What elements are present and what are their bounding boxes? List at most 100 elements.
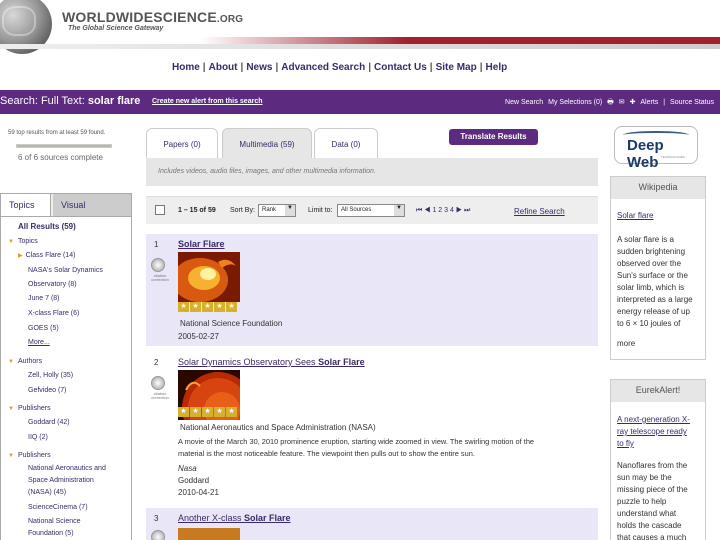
facet-item[interactable]: June 7 (8) xyxy=(28,295,60,302)
source-status-link[interactable]: Source Status xyxy=(670,99,714,106)
email-icon[interactable]: ✉ xyxy=(619,99,625,106)
site-tagline: The Global Science Gateway xyxy=(68,25,164,32)
result-number: 3 xyxy=(154,514,159,523)
sources-complete-text: 6 of 6 sources complete xyxy=(18,153,103,162)
result-title-link[interactable]: Solar Dynamics Observatory Sees Solar Fl… xyxy=(178,357,365,367)
facet-item[interactable]: Observatory (8) xyxy=(28,281,77,288)
facet-item[interactable]: Goddard (42) xyxy=(28,419,70,426)
facet-item[interactable]: ▶ Class Flare (14) xyxy=(18,252,75,259)
result-item: 3 Another X-class Solar Flare xyxy=(146,508,598,540)
alerts-link[interactable]: Alerts xyxy=(640,99,658,106)
wikipedia-summary: A solar flare is a sudden brightening obse… xyxy=(617,235,693,328)
citation-correction-icon[interactable] xyxy=(151,376,165,390)
result-thumbnail[interactable] xyxy=(178,528,240,540)
result-title-link[interactable]: Solar Flare xyxy=(178,239,225,249)
eurekalert-heading: EurekAlert! xyxy=(611,380,705,402)
limit-select[interactable]: All Sources ▼ xyxy=(337,204,405,217)
facet-item[interactable]: Foundation (5) xyxy=(28,530,74,537)
result-item: 1 Solar Flare citation correction ★ ★ ★ ★ ★ … xyxy=(146,234,598,346)
expand-triangle-icon[interactable]: ▶ xyxy=(18,253,23,259)
facet-group-heading[interactable]: ▼ Publishers xyxy=(8,452,51,459)
result-number: 1 xyxy=(154,240,159,249)
first-page-icon[interactable]: ⏮ xyxy=(416,207,422,214)
facet-item[interactable]: Gefvideo (7) xyxy=(28,387,67,394)
new-search-link[interactable]: New Search xyxy=(505,99,543,106)
my-selections-link[interactable]: My Selections (0) xyxy=(548,99,602,106)
facet-item[interactable]: GOES (5) xyxy=(28,325,59,332)
facet-item[interactable]: (NASA) (45) xyxy=(28,489,66,496)
tab-topics[interactable]: Topics xyxy=(1,194,51,216)
expand-triangle-icon[interactable]: ▼ xyxy=(8,453,14,459)
facet-item[interactable]: ScienceCinema (7) xyxy=(28,504,88,511)
results-range: 1 – 15 of 59 xyxy=(178,207,216,214)
nav-about[interactable]: About xyxy=(209,62,238,73)
expand-triangle-icon[interactable]: ▼ xyxy=(8,239,14,245)
nav-advanced-search[interactable]: Advanced Search xyxy=(281,62,365,73)
tab-multimedia[interactable]: Multimedia (59) xyxy=(222,128,312,158)
nav-help[interactable]: Help xyxy=(486,62,508,73)
facet-item[interactable]: X-class Flare (6) xyxy=(28,310,79,317)
facet-item[interactable]: NASA's Solar Dynamics xyxy=(28,267,103,274)
tab-visual[interactable]: Visual xyxy=(53,194,131,216)
tab-data[interactable]: Data (0) xyxy=(314,128,378,158)
site-logo[interactable]: WORLDWIDESCIENCE.ORG xyxy=(62,9,243,25)
eurekalert-link[interactable]: A next-generation X-ray telescope ready t… xyxy=(617,414,701,450)
result-author: Nasa xyxy=(178,464,197,473)
facet-group-heading[interactable]: ▼ Topics xyxy=(8,238,38,245)
top-navigation: Home | About | News | Advanced Search | Contact … xyxy=(172,62,508,73)
result-item: 2 Solar Dynamics Observatory Sees Solar … xyxy=(146,352,598,502)
site-header: WORLDWIDESCIENCE.ORG The Global Science … xyxy=(0,0,720,60)
tab-papers[interactable]: Papers (0) xyxy=(146,128,218,158)
refine-search-link[interactable]: Refine Search xyxy=(514,207,565,216)
result-description-cont: material is the most noticeable feature.… xyxy=(178,449,475,458)
facet-item[interactable]: More... xyxy=(28,339,50,346)
left-tab-bar: Topics Visual xyxy=(0,193,132,217)
star-rating[interactable]: ★ ★ ★ ★ ★ xyxy=(178,302,238,312)
citation-correction-label: citation correction xyxy=(151,273,169,282)
solar-flare-thumbnail[interactable] xyxy=(178,252,240,302)
last-page-icon[interactable]: ⏭ xyxy=(464,207,470,214)
results-found-text: 59 top results from at least 59 found. xyxy=(8,130,106,136)
facet-group-heading[interactable]: ▼ Publishers xyxy=(8,405,51,412)
translate-results-button[interactable]: Translate Results xyxy=(449,129,538,145)
result-source: Goddard xyxy=(178,476,210,485)
expand-triangle-icon[interactable]: ▼ xyxy=(8,359,14,365)
citation-correction-icon[interactable] xyxy=(151,530,165,540)
header-swoosh xyxy=(200,37,720,44)
create-alert-link[interactable]: Create new alert from this search xyxy=(152,98,263,105)
next-page-icon[interactable]: ▶ xyxy=(456,207,462,214)
prev-page-icon[interactable]: ◀ xyxy=(424,207,430,214)
select-all-checkbox[interactable] xyxy=(155,205,165,215)
expand-triangle-icon[interactable]: ▼ xyxy=(8,406,14,412)
wikipedia-more-link[interactable]: more xyxy=(617,338,701,350)
search-header-bar: Search: Full Text: solar flare Create ne… xyxy=(0,90,720,114)
results-toolbar: 1 – 15 of 59 Sort By: Rank ▼ Limit to: Al… xyxy=(146,196,598,224)
search-progress-bar xyxy=(16,144,112,148)
wikipedia-link[interactable]: Solar flare xyxy=(617,210,701,222)
result-date: 2005-02-27 xyxy=(178,332,219,341)
facet-item[interactable]: IIQ (2) xyxy=(28,434,48,441)
print-icon[interactable]: 🖶 xyxy=(607,99,614,106)
facet-item[interactable]: Zell, Holly (35) xyxy=(28,372,73,379)
page-links[interactable]: 1 2 3 4 xyxy=(432,207,453,214)
deep-web-logo[interactable]: Deep Web TECHNOLOGIES xyxy=(614,126,698,171)
all-results-link[interactable]: All Results (59) xyxy=(18,222,76,231)
citation-correction-icon[interactable] xyxy=(151,258,165,272)
nav-news[interactable]: News xyxy=(246,62,272,73)
nav-contact-us[interactable]: Contact Us xyxy=(374,62,427,73)
share-icon[interactable]: ✚ xyxy=(630,99,636,106)
result-title-link[interactable]: Another X-class Solar Flare xyxy=(178,513,291,523)
nav-site-map[interactable]: Site Map xyxy=(436,62,477,73)
result-number: 2 xyxy=(154,358,159,367)
facet-item[interactable]: National Science xyxy=(28,518,81,525)
result-publisher: National Aeronautics and Space Administr… xyxy=(180,423,376,432)
result-description: A movie of the March 30, 2010 prominence… xyxy=(178,437,535,446)
sort-select[interactable]: Rank ▼ xyxy=(258,204,296,217)
facet-item[interactable]: National Aeronautics and xyxy=(28,465,106,472)
nav-home[interactable]: Home xyxy=(172,62,200,73)
limit-label: Limit to: xyxy=(308,207,333,214)
result-publisher: National Science Foundation xyxy=(180,319,283,328)
facet-item[interactable]: Space Administration xyxy=(28,477,94,484)
star-rating[interactable]: ★ ★ ★ ★ ★ xyxy=(178,407,238,417)
facet-group-heading[interactable]: ▼ Authors xyxy=(8,358,42,365)
